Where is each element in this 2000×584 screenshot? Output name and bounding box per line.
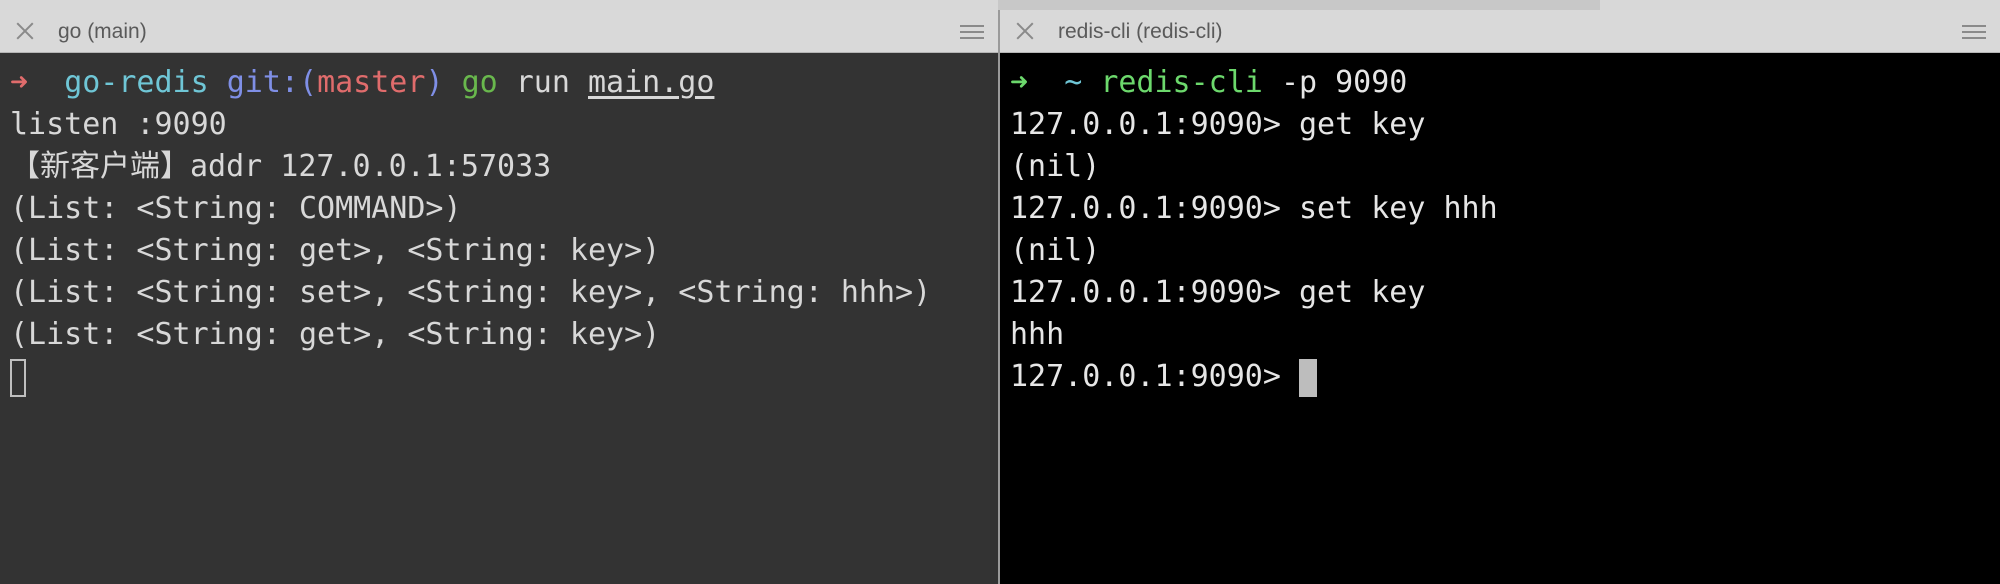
close-icon[interactable] <box>1016 22 1034 40</box>
session-line: 127.0.0.1:9090> set key hhh <box>1010 191 1498 226</box>
shell-prompt-line: ➜ ~ redis-cli -p 9090 <box>1010 62 2000 104</box>
terminal-cursor <box>1298 358 1317 397</box>
right-pane-tab-bar: redis-cli (redis-cli) <box>1000 10 2000 53</box>
session-line: (nil) <box>1010 149 1101 184</box>
right-terminal-pane[interactable]: redis-cli (redis-cli) ➜ ~ redis-cli -p 9… <box>1000 10 2000 584</box>
prompt-directory: go-redis <box>64 65 209 100</box>
output-line: (List: <String: set>, <String: key>, <St… <box>10 275 932 310</box>
command-args: -p 9090 <box>1280 65 1408 100</box>
git-label-close: ) <box>425 65 444 100</box>
prompt-directory: ~ <box>1064 65 1083 100</box>
prompt-arrow-icon: ➜ <box>10 65 29 100</box>
session-line: (nil) <box>1010 233 1101 268</box>
session-line: 127.0.0.1:9090> get key <box>1010 107 1426 142</box>
command-name: go <box>461 65 498 100</box>
left-pane-tab-bar: go (main) <box>0 10 998 53</box>
left-terminal-pane[interactable]: go (main) ➜ go-redis git:(master) go run… <box>0 10 998 584</box>
git-label: git:( <box>226 65 318 100</box>
git-branch: master <box>317 65 426 100</box>
left-pane-tab-title[interactable]: go (main) <box>58 20 147 44</box>
command-file-link[interactable]: main.go <box>588 65 714 100</box>
left-terminal-output[interactable]: ➜ go-redis git:(master) go run main.go l… <box>10 62 998 398</box>
command-args: run <box>515 65 570 100</box>
output-line: (List: <String: get>, <String: key>) <box>10 317 661 352</box>
window-top-strip <box>0 0 2000 10</box>
shell-prompt-line: ➜ go-redis git:(master) go run main.go <box>10 62 998 104</box>
output-line: listen :9090 <box>10 107 227 142</box>
hamburger-menu-icon[interactable] <box>960 25 984 39</box>
prompt-arrow-icon: ➜ <box>1010 65 1029 100</box>
right-pane-tab-title[interactable]: redis-cli (redis-cli) <box>1058 20 1223 44</box>
redis-prompt: 127.0.0.1:9090> <box>1010 359 1299 394</box>
right-terminal-output[interactable]: ➜ ~ redis-cli -p 9090 127.0.0.1:9090> ge… <box>1010 62 2000 398</box>
session-line: 127.0.0.1:9090> get key <box>1010 275 1426 310</box>
close-icon[interactable] <box>16 22 34 40</box>
output-line: 【新客户端】addr 127.0.0.1:57033 <box>10 149 552 184</box>
command-name: redis-cli <box>1100 65 1263 100</box>
session-line: hhh <box>1010 317 1065 352</box>
hamburger-menu-icon[interactable] <box>1962 25 1986 39</box>
terminal-cursor <box>10 358 26 397</box>
cursor-line <box>10 356 998 398</box>
output-line: (List: <String: get>, <String: key>) <box>10 233 661 268</box>
current-prompt-line[interactable]: 127.0.0.1:9090> <box>1010 356 2000 398</box>
output-line: (List: <String: COMMAND>) <box>10 191 462 226</box>
